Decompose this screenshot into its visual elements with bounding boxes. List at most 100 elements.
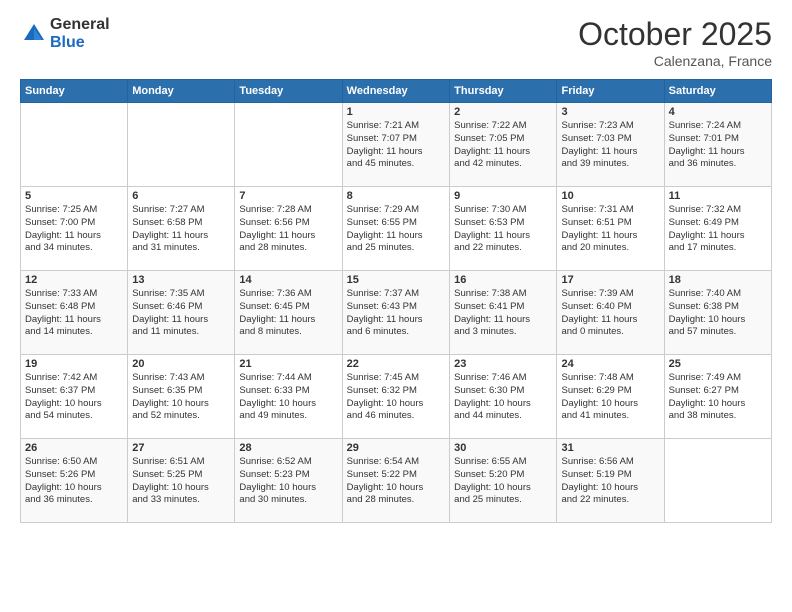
table-row <box>21 103 128 187</box>
day-number: 23 <box>454 358 552 370</box>
calendar-week-5: 26Sunrise: 6:50 AMSunset: 5:26 PMDayligh… <box>21 439 772 523</box>
day-info: Sunrise: 6:55 AMSunset: 5:20 PMDaylight:… <box>454 456 552 507</box>
table-row: 30 Sunrise: 6:55 AMSunset: 5:20 PMDayligh… <box>450 439 557 523</box>
day-info: Sunrise: 7:25 AMSunset: 7:00 PMDaylight:… <box>25 204 123 255</box>
day-number: 1 <box>347 106 445 118</box>
day-number: 5 <box>25 190 123 202</box>
day-number: 24 <box>561 358 659 370</box>
table-row: 2Sunrise: 7:22 AMSunset: 7:05 PMDaylight… <box>450 103 557 187</box>
header: General Blue October 2025 Calenzana, Fra… <box>20 16 772 69</box>
day-info: Sunrise: 6:52 AMSunset: 5:23 PMDaylight:… <box>239 456 337 507</box>
logo-general-text: General <box>50 16 110 34</box>
col-thursday: Thursday <box>450 80 557 103</box>
day-info: Sunrise: 7:46 AMSunset: 6:30 PMDaylight:… <box>454 372 552 423</box>
table-row: 9 Sunrise: 7:30 AMSunset: 6:53 PMDaylight… <box>450 187 557 271</box>
col-friday: Friday <box>557 80 664 103</box>
table-row <box>664 439 771 523</box>
day-info: Sunrise: 7:39 AMSunset: 6:40 PMDaylight:… <box>561 288 659 339</box>
table-row: 1Sunrise: 7:21 AMSunset: 7:07 PMDaylight… <box>342 103 449 187</box>
day-number: 8 <box>347 190 445 202</box>
day-info: Sunrise: 7:32 AMSunset: 6:49 PMDaylight:… <box>669 204 767 255</box>
day-number: 13 <box>132 274 230 286</box>
day-number: 21 <box>239 358 337 370</box>
table-row: 27Sunrise: 6:51 AMSunset: 5:25 PMDayligh… <box>128 439 235 523</box>
calendar-week-2: 5 Sunrise: 7:25 AMSunset: 7:00 PMDaylight… <box>21 187 772 271</box>
day-info: Sunrise: 7:40 AMSunset: 6:38 PMDaylight:… <box>669 288 767 339</box>
day-info: Sunrise: 7:45 AMSunset: 6:32 PMDaylight:… <box>347 372 445 423</box>
day-number: 28 <box>239 442 337 454</box>
table-row: 28 Sunrise: 6:52 AMSunset: 5:23 PMDayligh… <box>235 439 342 523</box>
table-row <box>235 103 342 187</box>
table-row: 25 Sunrise: 7:49 AMSunset: 6:27 PMDayligh… <box>664 355 771 439</box>
day-info: Sunrise: 7:42 AMSunset: 6:37 PMDaylight:… <box>25 372 123 423</box>
day-number: 25 <box>669 358 767 370</box>
table-row: 15Sunrise: 7:37 AMSunset: 6:43 PMDayligh… <box>342 271 449 355</box>
logo: General Blue <box>20 16 110 51</box>
table-row: 13 Sunrise: 7:35 AMSunset: 6:46 PMDayligh… <box>128 271 235 355</box>
day-info: Sunrise: 7:38 AMSunset: 6:41 PMDaylight:… <box>454 288 552 339</box>
day-info: Sunrise: 7:23 AMSunset: 7:03 PMDaylight:… <box>561 120 659 171</box>
table-row: 10Sunrise: 7:31 AMSunset: 6:51 PMDayligh… <box>557 187 664 271</box>
table-row: 4 Sunrise: 7:24 AMSunset: 7:01 PMDaylight… <box>664 103 771 187</box>
day-info: Sunrise: 7:28 AMSunset: 6:56 PMDaylight:… <box>239 204 337 255</box>
day-number: 30 <box>454 442 552 454</box>
day-info: Sunrise: 7:49 AMSunset: 6:27 PMDaylight:… <box>669 372 767 423</box>
day-number: 17 <box>561 274 659 286</box>
table-row: 22Sunrise: 7:45 AMSunset: 6:32 PMDayligh… <box>342 355 449 439</box>
day-number: 7 <box>239 190 337 202</box>
logo-icon <box>20 20 48 48</box>
table-row: 24 Sunrise: 7:48 AMSunset: 6:29 PMDayligh… <box>557 355 664 439</box>
day-info: Sunrise: 7:30 AMSunset: 6:53 PMDaylight:… <box>454 204 552 255</box>
location-title: Calenzana, France <box>578 53 772 69</box>
day-number: 9 <box>454 190 552 202</box>
table-row <box>128 103 235 187</box>
day-info: Sunrise: 6:51 AMSunset: 5:25 PMDaylight:… <box>132 456 230 507</box>
day-info: Sunrise: 7:44 AMSunset: 6:33 PMDaylight:… <box>239 372 337 423</box>
day-number: 14 <box>239 274 337 286</box>
calendar-table: Sunday Monday Tuesday Wednesday Thursday… <box>20 79 772 523</box>
table-row: 14 Sunrise: 7:36 AMSunset: 6:45 PMDayligh… <box>235 271 342 355</box>
day-info: Sunrise: 7:48 AMSunset: 6:29 PMDaylight:… <box>561 372 659 423</box>
calendar-week-3: 12 Sunrise: 7:33 AMSunset: 6:48 PMDayligh… <box>21 271 772 355</box>
table-row: 12 Sunrise: 7:33 AMSunset: 6:48 PMDayligh… <box>21 271 128 355</box>
day-number: 2 <box>454 106 552 118</box>
day-number: 18 <box>669 274 767 286</box>
table-row: 19 Sunrise: 7:42 AMSunset: 6:37 PMDayligh… <box>21 355 128 439</box>
day-info: Sunrise: 7:24 AMSunset: 7:01 PMDaylight:… <box>669 120 767 171</box>
day-number: 20 <box>132 358 230 370</box>
day-info: Sunrise: 7:27 AMSunset: 6:58 PMDaylight:… <box>132 204 230 255</box>
table-row: 31 Sunrise: 6:56 AMSunset: 5:19 PMDayligh… <box>557 439 664 523</box>
table-row: 18 Sunrise: 7:40 AMSunset: 6:38 PMDayligh… <box>664 271 771 355</box>
table-row: 6 Sunrise: 7:27 AMSunset: 6:58 PMDaylight… <box>128 187 235 271</box>
day-info: Sunrise: 7:29 AMSunset: 6:55 PMDaylight:… <box>347 204 445 255</box>
table-row: 8 Sunrise: 7:29 AMSunset: 6:55 PMDaylight… <box>342 187 449 271</box>
day-info: Sunrise: 6:50 AMSunset: 5:26 PMDaylight:… <box>25 456 123 507</box>
table-row: 3Sunrise: 7:23 AMSunset: 7:03 PMDaylight… <box>557 103 664 187</box>
calendar-week-4: 19 Sunrise: 7:42 AMSunset: 6:37 PMDayligh… <box>21 355 772 439</box>
day-info: Sunrise: 6:56 AMSunset: 5:19 PMDaylight:… <box>561 456 659 507</box>
col-saturday: Saturday <box>664 80 771 103</box>
day-number: 19 <box>25 358 123 370</box>
day-number: 29 <box>347 442 445 454</box>
table-row: 11Sunrise: 7:32 AMSunset: 6:49 PMDayligh… <box>664 187 771 271</box>
logo-text: General Blue <box>50 16 110 51</box>
col-monday: Monday <box>128 80 235 103</box>
table-row: 21 Sunrise: 7:44 AMSunset: 6:33 PMDayligh… <box>235 355 342 439</box>
page: General Blue October 2025 Calenzana, Fra… <box>0 0 792 612</box>
table-row: 5 Sunrise: 7:25 AMSunset: 7:00 PMDaylight… <box>21 187 128 271</box>
table-row: 23 Sunrise: 7:46 AMSunset: 6:30 PMDayligh… <box>450 355 557 439</box>
calendar-week-1: 1Sunrise: 7:21 AMSunset: 7:07 PMDaylight… <box>21 103 772 187</box>
day-info: Sunrise: 7:33 AMSunset: 6:48 PMDaylight:… <box>25 288 123 339</box>
day-number: 6 <box>132 190 230 202</box>
col-tuesday: Tuesday <box>235 80 342 103</box>
day-info: Sunrise: 7:37 AMSunset: 6:43 PMDaylight:… <box>347 288 445 339</box>
day-number: 4 <box>669 106 767 118</box>
day-info: Sunrise: 7:35 AMSunset: 6:46 PMDaylight:… <box>132 288 230 339</box>
day-number: 31 <box>561 442 659 454</box>
day-number: 12 <box>25 274 123 286</box>
table-row: 20Sunrise: 7:43 AMSunset: 6:35 PMDayligh… <box>128 355 235 439</box>
table-row: 29Sunrise: 6:54 AMSunset: 5:22 PMDayligh… <box>342 439 449 523</box>
col-sunday: Sunday <box>21 80 128 103</box>
day-info: Sunrise: 7:36 AMSunset: 6:45 PMDaylight:… <box>239 288 337 339</box>
col-wednesday: Wednesday <box>342 80 449 103</box>
